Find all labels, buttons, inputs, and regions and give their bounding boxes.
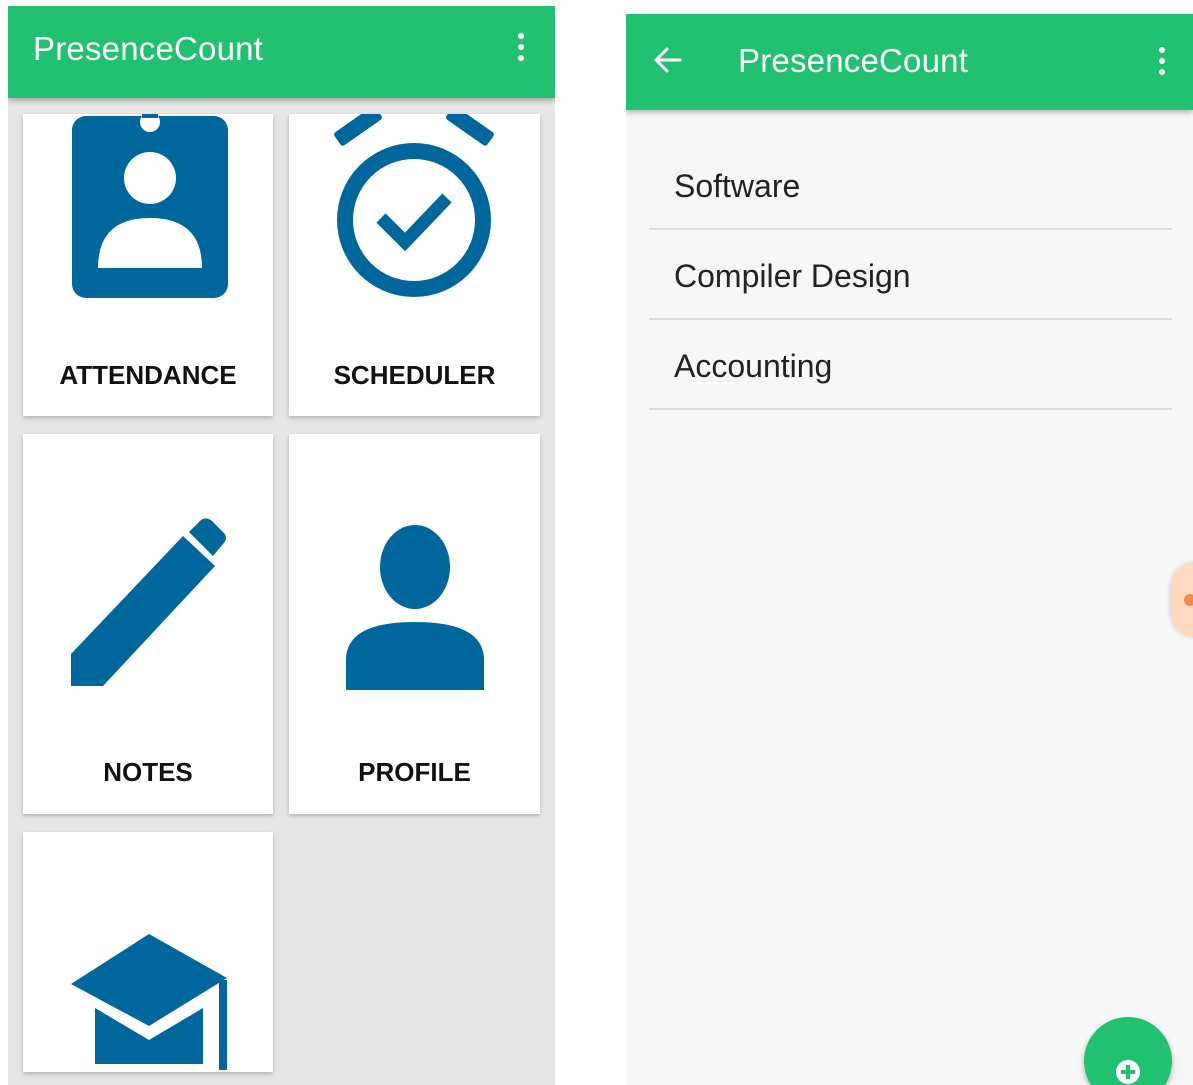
person-icon xyxy=(346,525,484,690)
app-bar: PresenceCount xyxy=(8,6,555,98)
app-title: PresenceCount xyxy=(33,30,264,67)
tile-attendance[interactable]: ATTENDANCE xyxy=(23,114,273,416)
subject-item-accounting[interactable]: Accounting xyxy=(649,320,1172,410)
tile-scheduler[interactable]: SCHEDULER xyxy=(289,114,540,416)
subject-label: Compiler Design xyxy=(674,258,911,294)
subjects-screen: PresenceCount Software Compiler Design A… xyxy=(626,14,1193,1085)
subject-label: Software xyxy=(674,168,801,204)
overflow-menu-icon[interactable] xyxy=(1157,45,1167,79)
tile-label: PROFILE xyxy=(358,757,471,787)
tile-label: NOTES xyxy=(103,757,193,787)
subject-label: Accounting xyxy=(674,348,833,384)
tile-label: ATTENDANCE xyxy=(59,360,237,390)
app-bar: PresenceCount xyxy=(626,14,1193,110)
id-badge-icon xyxy=(72,114,228,298)
overflow-menu-icon[interactable] xyxy=(516,31,526,65)
add-circle-icon xyxy=(1116,1060,1140,1084)
pencil-icon xyxy=(71,518,226,686)
add-subject-button[interactable] xyxy=(1084,1017,1172,1085)
graduation-cap-icon xyxy=(71,934,227,1070)
tile-notes[interactable]: NOTES xyxy=(23,434,273,814)
tile-label: SCHEDULER xyxy=(333,360,496,390)
home-screen: PresenceCount ATTENDANCE SCHEDULER NOTES… xyxy=(8,6,555,1085)
tile-profile[interactable]: PROFILE xyxy=(289,434,540,814)
subject-item-software[interactable]: Software xyxy=(649,140,1172,230)
tile-education[interactable] xyxy=(23,832,273,1072)
back-arrow-icon[interactable] xyxy=(652,45,682,75)
floating-chat-bubble[interactable] xyxy=(1171,562,1193,638)
alarm-check-icon xyxy=(334,114,494,297)
app-title: PresenceCount xyxy=(738,42,969,79)
subject-item-compiler-design[interactable]: Compiler Design xyxy=(649,230,1172,320)
